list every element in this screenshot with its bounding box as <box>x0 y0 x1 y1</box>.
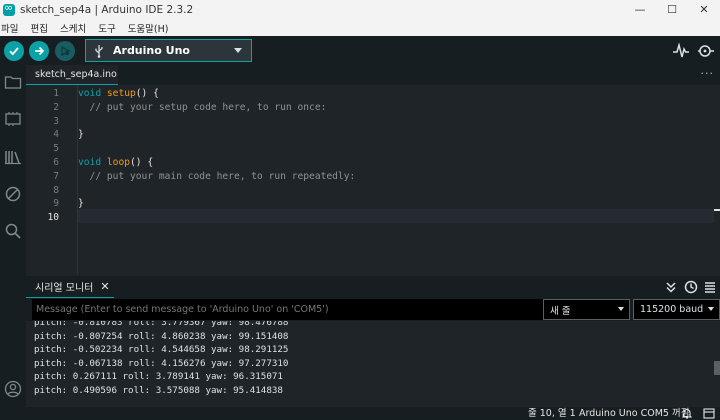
code-line: // put your setup code here, to run once… <box>78 101 327 113</box>
output-panel-icon[interactable] <box>703 408 715 419</box>
title-bar: sketch_sep4a | Arduino IDE 2.3.2 — ☐ ✕ <box>0 0 720 20</box>
code-line: // put your main code here, to run repea… <box>78 170 356 182</box>
code-line: } <box>78 129 84 141</box>
serial-output-line: pitch: -0.807254 roll: 4.860238 yaw: 99.… <box>34 330 289 342</box>
line-number: 5 <box>53 143 59 155</box>
serial-output-line: pitch: -0.067138 roll: 4.156276 yaw: 97.… <box>34 357 289 369</box>
menu-sketch[interactable]: 스케치 <box>60 21 86 35</box>
tab-sketch[interactable]: sketch_sep4a.ino <box>26 65 118 85</box>
check-icon <box>9 47 19 56</box>
serial-output-line: pitch: -0.502234 roll: 4.544658 yaw: 98.… <box>34 344 289 355</box>
serial-output[interactable]: pitch: -0.810783 roll: 3.779367 yaw: 98.… <box>26 321 720 407</box>
line-number: 1 <box>53 88 59 99</box>
sidebar <box>0 65 26 407</box>
chevron-down-icon <box>708 307 714 311</box>
arduino-app-icon <box>3 1 15 16</box>
board-port-status: Arduino Uno COM5 꺼짐 <box>579 408 690 419</box>
serial-output-line: pitch: 0.267111 roll: 3.789141 yaw: 96.3… <box>34 371 283 382</box>
code-lines: void setup() { // put your setup code he… <box>78 87 714 225</box>
bell-icon[interactable] <box>682 408 692 419</box>
line-number: 6 <box>53 157 59 168</box>
menu-file[interactable]: 파일 <box>1 21 18 35</box>
maximize-button[interactable]: ☐ <box>656 0 688 20</box>
editor-tab-bar: sketch_sep4a.ino ··· <box>26 65 720 85</box>
account-icon[interactable] <box>4 380 22 398</box>
more-tabs-button[interactable]: ··· <box>701 67 715 80</box>
baud-rate-value: 115200 baud <box>640 304 704 315</box>
close-window-button[interactable]: ✕ <box>688 0 720 20</box>
menu-tools[interactable]: 도구 <box>98 21 115 35</box>
code-line: } <box>78 198 84 210</box>
menu-help[interactable]: 도움말(H) <box>128 21 169 35</box>
code-editor[interactable]: 1 2 3 4 5 6 7 8 9 10 void setup() { // p… <box>26 85 720 275</box>
line-ending-select[interactable]: 새 줄 <box>543 299 630 320</box>
toolbar: Arduino Uno <box>0 36 720 65</box>
serial-message-input[interactable] <box>32 299 566 320</box>
library-icon[interactable] <box>4 148 22 166</box>
baud-rate-select[interactable]: 115200 baud <box>633 299 720 320</box>
line-number: 7 <box>53 170 59 182</box>
code-line: void loop() { <box>78 156 154 168</box>
usb-icon <box>95 44 103 58</box>
menu-edit[interactable]: 편집 <box>30 21 47 35</box>
timestamp-icon[interactable] <box>684 280 698 294</box>
serial-plotter-icon[interactable] <box>672 43 690 59</box>
board-name: Arduino Uno <box>113 44 190 57</box>
menu-bar: 파일 편집 스케치 도구 도움말(H) <box>0 20 720 36</box>
board-manager-icon[interactable] <box>4 110 22 128</box>
line-number: 3 <box>53 115 59 127</box>
code-line: void setup() { <box>78 88 159 99</box>
serial-tab-label: 시리얼 모니터 <box>35 283 94 294</box>
serial-output-line: pitch: 0.490596 roll: 3.575088 yaw: 95.4… <box>34 384 283 396</box>
editor-scrollbar[interactable] <box>714 85 720 275</box>
cursor-position: 줄 10, 열 1 <box>528 408 576 419</box>
status-bar: 줄 10, 열 1 Arduino Uno COM5 꺼짐 <box>0 407 720 420</box>
tab-label: sketch_sep4a.ino <box>35 69 117 80</box>
minimize-button[interactable]: — <box>624 0 656 20</box>
line-ending-value: 새 줄 <box>550 305 571 317</box>
debug-sidebar-icon[interactable] <box>4 185 22 203</box>
window-controls: — ☐ ✕ <box>624 0 720 20</box>
search-icon[interactable] <box>4 222 22 240</box>
upload-button[interactable] <box>29 41 49 61</box>
line-number: 9 <box>53 198 59 210</box>
clear-output-icon[interactable] <box>703 280 717 294</box>
folder-icon[interactable] <box>4 73 22 91</box>
debug-button[interactable] <box>55 41 75 61</box>
arrow-right-icon <box>35 46 45 56</box>
serial-monitor-icon[interactable] <box>697 43 715 59</box>
close-icon[interactable]: ✕ <box>100 280 109 293</box>
tab-serial-monitor[interactable]: 시리얼 모니터 ✕ <box>26 276 114 298</box>
chevron-down-icon <box>618 307 624 311</box>
verify-button[interactable] <box>4 41 24 61</box>
serial-input-row: 새 줄 115200 baud <box>26 298 720 321</box>
autoscroll-icon[interactable] <box>664 280 678 294</box>
line-number: 8 <box>53 184 59 196</box>
line-number: 10 <box>47 212 59 224</box>
chevron-down-icon <box>234 48 242 53</box>
board-selector[interactable]: Arduino Uno <box>85 39 252 62</box>
debug-icon <box>61 45 71 57</box>
serial-output-line: pitch: -0.810783 roll: 3.779367 yaw: 98.… <box>34 321 289 328</box>
output-scrollbar[interactable] <box>714 361 720 375</box>
serial-monitor-header: 시리얼 모니터 ✕ <box>26 276 720 298</box>
line-number: 4 <box>53 129 59 141</box>
window-title: sketch_sep4a | Arduino IDE 2.3.2 <box>20 4 194 16</box>
line-number: 2 <box>53 101 59 113</box>
line-number-gutter: 1 2 3 4 5 6 7 8 9 10 <box>26 85 78 275</box>
